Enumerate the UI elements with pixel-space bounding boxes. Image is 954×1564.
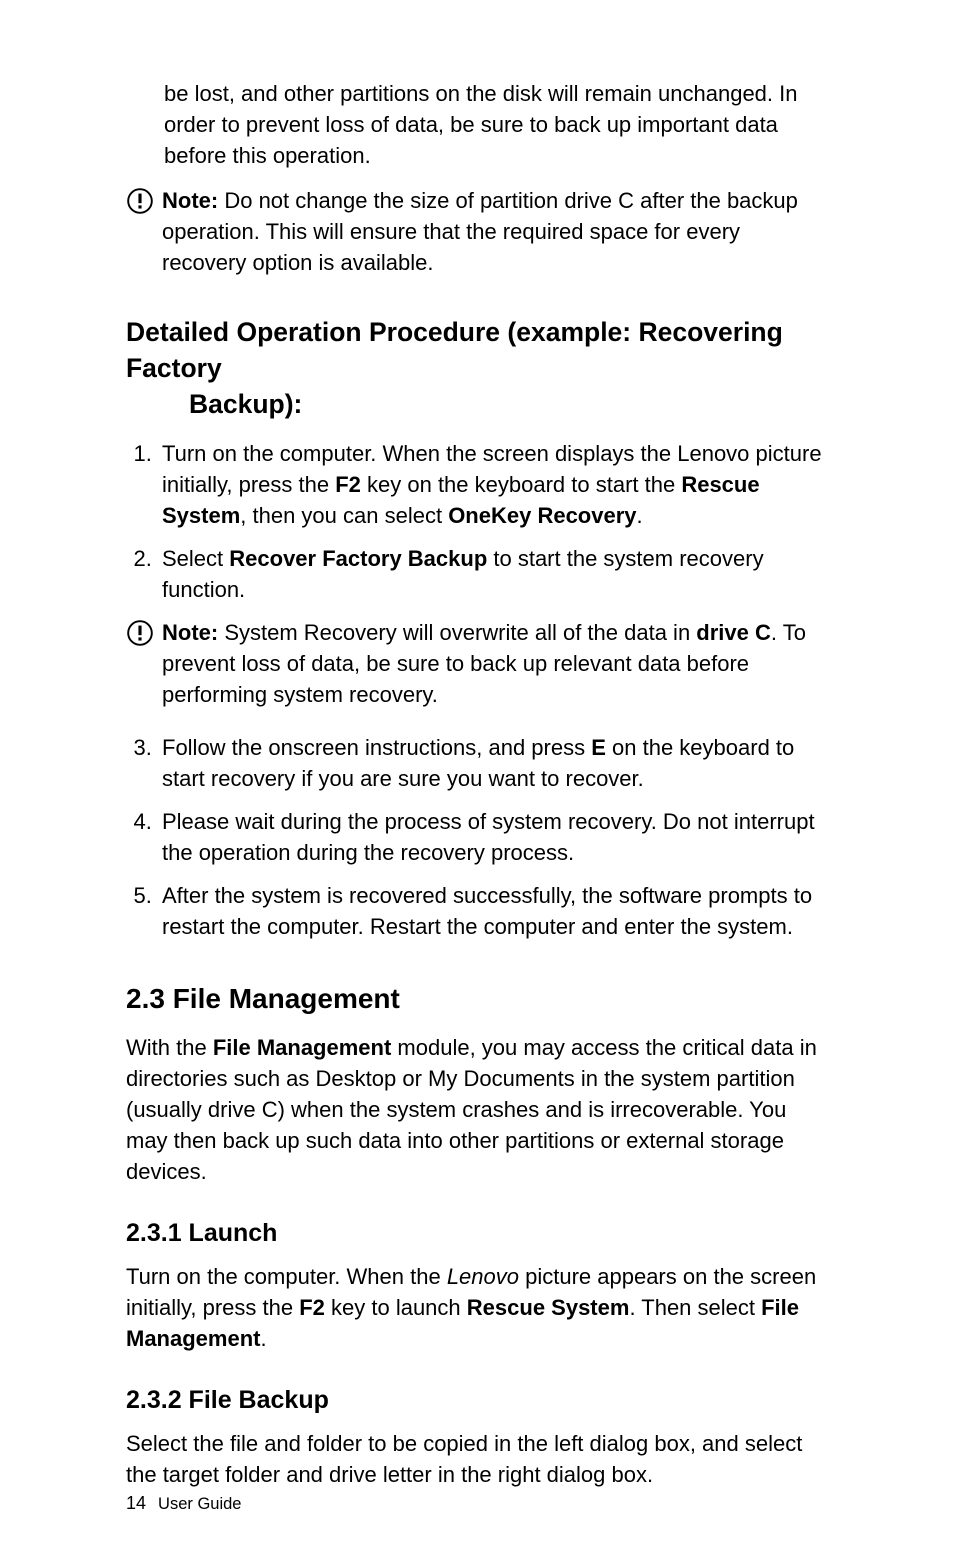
attention-icon	[126, 187, 154, 215]
heading-line2: Backup):	[126, 386, 828, 422]
ordered-steps-bottom: Follow the onscreen instructions, and pr…	[126, 732, 828, 942]
text-fragment: key on the keyboard to start the	[361, 472, 681, 497]
text-fragment: Turn on the computer. When the	[126, 1264, 447, 1289]
footer-label: User Guide	[158, 1495, 241, 1513]
heading-detailed-operation: Detailed Operation Procedure (example: R…	[126, 314, 828, 422]
note-text: Note: Do not change the size of partitio…	[162, 185, 828, 278]
text-fragment: .	[260, 1326, 266, 1351]
step-1: Turn on the computer. When the screen di…	[158, 438, 828, 531]
step-2: Select Recover Factory Backup to start t…	[158, 543, 828, 605]
paragraph-launch: Turn on the computer. When the Lenovo pi…	[126, 1261, 828, 1354]
note-block-2: Note: System Recovery will overwrite all…	[126, 617, 828, 710]
text-fragment: . Then select	[629, 1295, 761, 1320]
bold-fragment: OneKey Recovery	[448, 503, 636, 528]
text-fragment: With the	[126, 1035, 213, 1060]
heading-2-3-1: 2.3.1 Launch	[126, 1217, 828, 1249]
note-text: Note: System Recovery will overwrite all…	[162, 617, 828, 710]
bold-fragment: File Management	[213, 1035, 391, 1060]
italic-fragment: Lenovo	[447, 1264, 519, 1289]
bold-fragment: Recover Factory Backup	[229, 546, 487, 571]
note-label: Note:	[162, 620, 218, 645]
heading-2-3: 2.3 File Management	[126, 982, 828, 1016]
heading-line1: Detailed Operation Procedure (example: R…	[126, 317, 783, 383]
note-label: Note:	[162, 188, 218, 213]
step-4: Please wait during the process of system…	[158, 806, 828, 868]
note-body-text: Do not change the size of partition driv…	[162, 188, 798, 275]
bold-fragment: F2	[299, 1295, 325, 1320]
note-block-1: Note: Do not change the size of partitio…	[126, 185, 828, 278]
step-3: Follow the onscreen instructions, and pr…	[158, 732, 828, 794]
step-5: After the system is recovered successful…	[158, 880, 828, 942]
bold-fragment: Rescue System	[467, 1295, 630, 1320]
attention-icon	[126, 619, 154, 647]
bold-fragment: E	[591, 735, 606, 760]
bold-fragment: F2	[335, 472, 361, 497]
paragraph-file-management: With the File Management module, you may…	[126, 1032, 828, 1187]
ordered-steps-top: Turn on the computer. When the screen di…	[126, 438, 828, 605]
text-fragment: .	[637, 503, 643, 528]
page: be lost, and other partitions on the dis…	[0, 0, 954, 1564]
heading-2-3-2: 2.3.2 File Backup	[126, 1384, 828, 1416]
paragraph-file-backup: Select the file and folder to be copied …	[126, 1428, 828, 1490]
text-fragment: Select	[162, 546, 229, 571]
page-number: 14	[126, 1493, 146, 1513]
page-footer: 14 User Guide	[126, 1493, 241, 1514]
text-fragment: Follow the onscreen instructions, and pr…	[162, 735, 591, 760]
text-fragment: key to launch	[325, 1295, 467, 1320]
text-fragment: System Recovery will overwrite all of th…	[218, 620, 696, 645]
text-fragment: , then you can select	[240, 503, 448, 528]
continuation-paragraph: be lost, and other partitions on the dis…	[164, 78, 828, 171]
bold-fragment: drive C	[696, 620, 771, 645]
